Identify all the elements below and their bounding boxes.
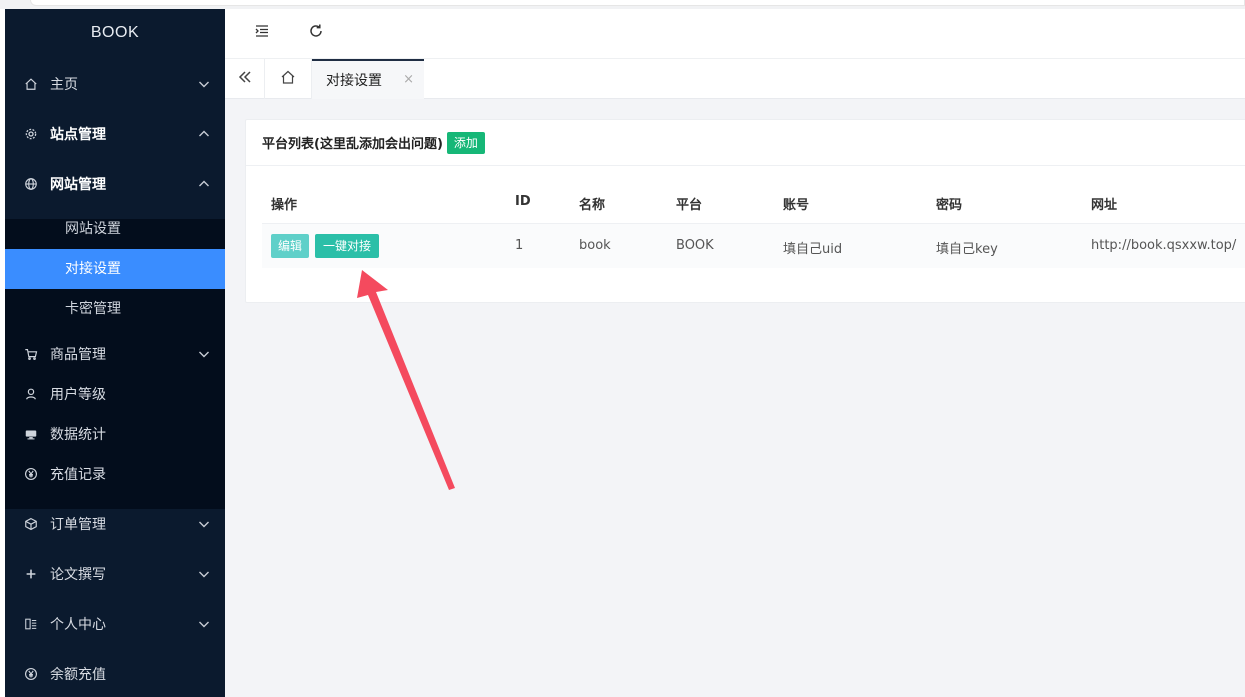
brand-logo: BOOK (90, 24, 140, 41)
cart-icon (23, 346, 39, 362)
sidebar-item-statistics[interactable]: 数据统计 (5, 414, 225, 454)
sidebar-item-label: 余额充值 (50, 667, 106, 683)
sidebar-item-label: 网站管理 (50, 177, 106, 193)
sidebar-item-website-management[interactable]: 网站管理 (5, 164, 225, 204)
yen-icon (23, 466, 39, 482)
home-icon (23, 76, 39, 92)
cell-url: http://book.qsxxw.top/ (1091, 238, 1237, 253)
sidebar-item-label: 个人中心 (50, 617, 106, 633)
submenu-item-website-settings[interactable]: 网站设置 (5, 209, 225, 249)
chevron-down-icon (197, 347, 211, 361)
add-button[interactable]: 添加 (446, 131, 485, 154)
one-click-dock-button[interactable]: 一键对接 (315, 234, 380, 258)
sidebar-item-label: 站点管理 (50, 127, 106, 143)
sidebar-item-label: 主页 (50, 77, 78, 93)
double-chevron-left-icon (237, 69, 253, 89)
column-header-password: 密码 (936, 198, 963, 213)
sidebar-item-label: 商品管理 (50, 347, 106, 363)
sidebar-item-balance-recharge[interactable]: 余额充值 (5, 654, 225, 694)
user-icon (23, 386, 39, 402)
sidebar-item-personal-center[interactable]: 个人中心 (5, 604, 225, 644)
chevron-down-icon (197, 617, 211, 631)
sidebar-item-product-management[interactable]: 商品管理 (5, 334, 225, 374)
stats-icon (23, 426, 39, 442)
card-header: 平台列表(这里乱添加会出问题) 添加 (246, 120, 1245, 166)
sidebar-item-label: 论文撰写 (50, 567, 106, 583)
box-icon (23, 516, 39, 532)
close-icon[interactable]: × (403, 72, 414, 87)
tab-docking-settings[interactable]: 对接设置 × (312, 59, 424, 99)
indent-icon (254, 23, 270, 43)
tab-bar: 对接设置 × (225, 59, 1245, 99)
sidebar-item-label: 充值记录 (50, 467, 106, 483)
column-header-name: 名称 (579, 198, 606, 213)
tab-label: 对接设置 (326, 73, 382, 89)
card-title: 平台列表(这里乱添加会出问题) (262, 137, 443, 152)
home-icon (280, 69, 296, 89)
column-header-id: ID (515, 194, 531, 209)
column-header-platform: 平台 (676, 198, 703, 213)
chevron-down-icon (197, 77, 211, 91)
sidebar-item-paper-writing[interactable]: 论文撰写 (5, 554, 225, 594)
chevron-down-icon (197, 517, 211, 531)
sidebar-item-label: 数据统计 (50, 427, 106, 443)
annotation-arrow (357, 270, 455, 490)
globe-icon (23, 176, 39, 192)
edit-button[interactable]: 编辑 (271, 234, 310, 258)
profile-icon (23, 616, 39, 632)
sidebar-item-site-management[interactable]: 站点管理 (5, 114, 225, 154)
cell-platform: BOOK (676, 238, 714, 253)
yen-icon (23, 666, 39, 682)
submenu-item-docking-settings[interactable]: 对接设置 (5, 249, 225, 289)
chevron-up-icon (197, 127, 211, 141)
submenu-item-card-management[interactable]: 卡密管理 (5, 289, 225, 329)
sidebar-item-label: 用户等级 (50, 387, 106, 403)
window-top-strip (0, 0, 1245, 9)
sidebar: BOOK 主页 站点管理 网站管理 网站设置 对接设置 卡密管理 商品管理 用户… (5, 9, 225, 697)
sidebar-item-user-level[interactable]: 用户等级 (5, 374, 225, 414)
plus-icon (23, 566, 39, 582)
sidebar-item-order-management[interactable]: 订单管理 (5, 504, 225, 544)
column-header-account: 账号 (783, 198, 810, 213)
refresh-icon (308, 23, 324, 43)
top-header (225, 9, 1245, 59)
sidebar-item-home[interactable]: 主页 (5, 64, 225, 104)
refresh-button[interactable] (305, 22, 327, 44)
chevron-up-icon (197, 177, 211, 191)
cell-account: 填自己uid (783, 242, 843, 257)
sidebar-item-label: 订单管理 (50, 517, 106, 533)
menu-toggle-button[interactable] (251, 22, 273, 44)
column-header-actions: 操作 (271, 198, 298, 213)
cell-password: 填自己key (936, 242, 998, 257)
cell-id: 1 (515, 238, 524, 253)
tab-home[interactable] (265, 59, 312, 99)
chevron-down-icon (197, 567, 211, 581)
sidebar-item-recharge-records[interactable]: 充值记录 (5, 454, 225, 494)
cell-name: book (579, 238, 611, 253)
column-header-url: 网址 (1091, 198, 1118, 213)
gear-icon (23, 126, 39, 142)
tab-scroll-left-button[interactable] (225, 59, 265, 99)
